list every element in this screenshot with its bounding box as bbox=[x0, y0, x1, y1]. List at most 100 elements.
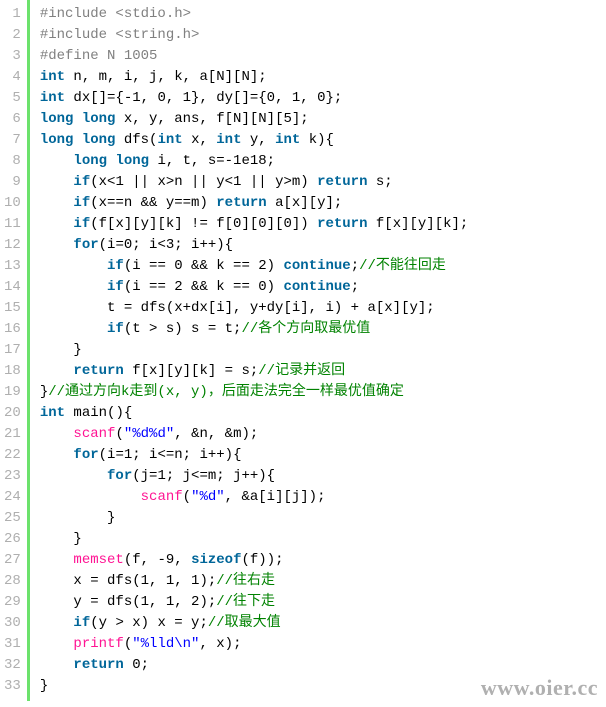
token-cmt: //各个方向取最优值 bbox=[241, 321, 370, 337]
token-cmt: //不能往回走 bbox=[359, 258, 446, 274]
token-plain: dfs( bbox=[115, 132, 157, 148]
token-kw: if bbox=[107, 258, 124, 274]
token-plain: ( bbox=[124, 636, 132, 652]
code-line: if(i == 0 && k == 2) continue;//不能往回走 bbox=[40, 256, 469, 277]
token-str: "%d" bbox=[191, 489, 225, 505]
token-kw: return bbox=[317, 216, 367, 232]
code-line: } bbox=[40, 508, 469, 529]
token-plain bbox=[40, 258, 107, 274]
code-line: }//通过方向k走到(x, y)，后面走法完全一样最优值确定 bbox=[40, 382, 469, 403]
line-number: 5 bbox=[4, 88, 21, 109]
code-line: int n, m, i, j, k, a[N][N]; bbox=[40, 67, 469, 88]
token-kw: return bbox=[73, 363, 123, 379]
token-plain: dx[]={-1, 0, 1}, dy[]={0, 1, 0}; bbox=[65, 90, 342, 106]
line-number: 12 bbox=[4, 235, 21, 256]
token-plain: (i == 2 && k == 0) bbox=[124, 279, 284, 295]
token-kw: int bbox=[40, 90, 65, 106]
token-plain: } bbox=[40, 510, 116, 526]
line-number: 30 bbox=[4, 613, 21, 634]
code-line: } bbox=[40, 676, 469, 697]
code-line: if(t > s) s = t;//各个方向取最优值 bbox=[40, 319, 469, 340]
token-kw: continue bbox=[283, 279, 350, 295]
token-plain bbox=[73, 111, 81, 127]
token-plain bbox=[40, 489, 141, 505]
code-line: if(y > x) x = y;//取最大值 bbox=[40, 613, 469, 634]
token-preproc: #include <stdio.h> bbox=[40, 6, 191, 22]
token-kw: if bbox=[73, 615, 90, 631]
code-line: if(f[x][y][k] != f[0][0][0]) return f[x]… bbox=[40, 214, 469, 235]
token-kw: for bbox=[73, 447, 98, 463]
code-line: int dx[]={-1, 0, 1}, dy[]={0, 1, 0}; bbox=[40, 88, 469, 109]
token-kw: int bbox=[157, 132, 182, 148]
token-plain: s; bbox=[368, 174, 393, 190]
token-plain bbox=[40, 279, 107, 295]
token-plain: k){ bbox=[300, 132, 334, 148]
code-line: t = dfs(x+dx[i], y+dy[i], i) + a[x][y]; bbox=[40, 298, 469, 319]
token-cmt: //往下走 bbox=[216, 594, 275, 610]
code-line: y = dfs(1, 1, 2);//往下走 bbox=[40, 592, 469, 613]
token-plain: , &n, &m); bbox=[174, 426, 258, 442]
token-func: scanf bbox=[73, 426, 115, 442]
code-line: } bbox=[40, 529, 469, 550]
token-str: "%lld\n" bbox=[132, 636, 199, 652]
line-number: 24 bbox=[4, 487, 21, 508]
code-line: int main(){ bbox=[40, 403, 469, 424]
token-plain bbox=[40, 615, 74, 631]
token-plain: (f, -9, bbox=[124, 552, 191, 568]
token-plain bbox=[40, 447, 74, 463]
token-plain: x = dfs(1, 1, 1); bbox=[40, 573, 216, 589]
line-number: 17 bbox=[4, 340, 21, 361]
token-plain bbox=[40, 552, 74, 568]
line-number: 13 bbox=[4, 256, 21, 277]
line-number: 23 bbox=[4, 466, 21, 487]
code-line: #include <string.h> bbox=[40, 25, 469, 46]
line-number-gutter: 1234567891011121314151617181920212223242… bbox=[0, 0, 30, 701]
line-number: 9 bbox=[4, 172, 21, 193]
token-plain bbox=[40, 237, 74, 253]
line-number: 18 bbox=[4, 361, 21, 382]
token-plain: (i=0; i<3; i++){ bbox=[99, 237, 233, 253]
token-plain: (t > s) s = t; bbox=[124, 321, 242, 337]
token-kw: if bbox=[73, 216, 90, 232]
token-plain bbox=[40, 363, 74, 379]
code-line: scanf("%d", &a[i][j]); bbox=[40, 487, 469, 508]
code-line: memset(f, -9, sizeof(f)); bbox=[40, 550, 469, 571]
token-plain: (x==n && y==m) bbox=[90, 195, 216, 211]
token-plain: } bbox=[40, 384, 48, 400]
token-str: "%d%d" bbox=[124, 426, 174, 442]
token-preproc: #define N 1005 bbox=[40, 48, 158, 64]
token-plain bbox=[40, 636, 74, 652]
line-number: 27 bbox=[4, 550, 21, 571]
token-plain: t = dfs(x+dx[i], y+dy[i], i) + a[x][y]; bbox=[40, 300, 435, 316]
token-plain: (f[x][y][k] != f[0][0][0]) bbox=[90, 216, 317, 232]
token-plain: x, y, ans, f[N][N][5]; bbox=[115, 111, 308, 127]
token-plain: ( bbox=[183, 489, 191, 505]
token-kw: if bbox=[73, 174, 90, 190]
code-line: scanf("%d%d", &n, &m); bbox=[40, 424, 469, 445]
token-plain bbox=[40, 321, 107, 337]
code-content[interactable]: #include <stdio.h> #include <string.h> #de… bbox=[30, 0, 469, 701]
token-plain: (x<1 || x>n || y<1 || y>m) bbox=[90, 174, 317, 190]
token-kw: long bbox=[40, 132, 74, 148]
token-plain: (i=1; i<=n; i++){ bbox=[99, 447, 242, 463]
token-plain: y = dfs(1, 1, 2); bbox=[40, 594, 216, 610]
line-number: 6 bbox=[4, 109, 21, 130]
line-number: 21 bbox=[4, 424, 21, 445]
token-plain: (y > x) x = y; bbox=[90, 615, 208, 631]
token-kw: long bbox=[40, 111, 74, 127]
token-plain: , x); bbox=[199, 636, 241, 652]
line-number: 14 bbox=[4, 277, 21, 298]
token-cmt: //取最大值 bbox=[208, 615, 281, 631]
code-line: long long i, t, s=-1e18; bbox=[40, 151, 469, 172]
code-line: if(x==n && y==m) return a[x][y]; bbox=[40, 193, 469, 214]
token-plain: 0; bbox=[124, 657, 149, 673]
token-plain: f[x][y][k]; bbox=[368, 216, 469, 232]
token-plain: } bbox=[40, 342, 82, 358]
token-cmt: //记录并返回 bbox=[258, 363, 345, 379]
line-number: 3 bbox=[4, 46, 21, 67]
line-number: 19 bbox=[4, 382, 21, 403]
token-kw: long bbox=[73, 153, 107, 169]
line-number: 22 bbox=[4, 445, 21, 466]
token-plain bbox=[40, 426, 74, 442]
code-line: #include <stdio.h> bbox=[40, 4, 469, 25]
